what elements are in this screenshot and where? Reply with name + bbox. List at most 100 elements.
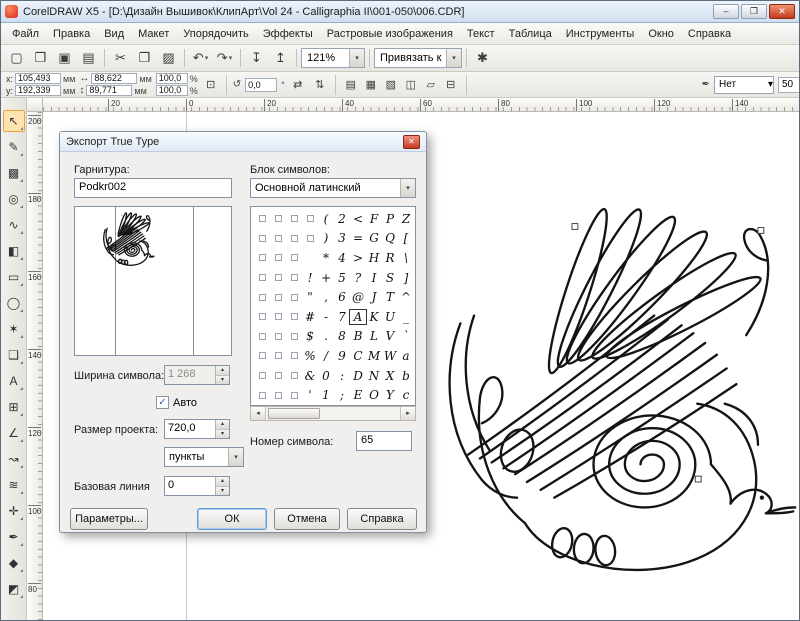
char-cell[interactable]: @ [350,290,366,304]
char-cell[interactable]: [ [398,231,414,245]
scale-y-field[interactable]: 100,0 [156,85,188,96]
control-char-cell[interactable] [254,313,270,320]
mirror-vertical-button[interactable]: ⇅ [311,76,329,94]
char-cell[interactable]: ! [302,271,318,285]
char-cell[interactable]: S [382,271,398,285]
control-char-cell[interactable] [286,333,302,340]
calligraphic-bird-artwork[interactable] [431,198,799,580]
char-cell[interactable]: _ [398,310,414,324]
object-height-field[interactable]: 89,771 [86,85,132,96]
char-cell[interactable]: ) [318,231,334,245]
control-char-cell[interactable] [270,215,286,222]
char-cell[interactable]: ( [318,212,334,226]
menu-item[interactable]: Файл [5,25,46,43]
ungroup-objects-icon[interactable]: ▧ [382,76,400,94]
control-char-cell[interactable] [270,313,286,320]
char-cell[interactable]: - [318,310,334,324]
char-cell[interactable]: % [302,349,318,363]
control-char-cell[interactable] [270,235,286,242]
char-cell[interactable]: ; [334,388,350,402]
help-button[interactable]: Справка [347,508,417,530]
control-char-cell[interactable] [254,333,270,340]
menu-item[interactable]: Окно [641,25,681,43]
window-titlebar[interactable]: CorelDRAW X5 - [D:\Дизайн Вышивок\КлипАр… [1,1,799,23]
auto-checkbox[interactable]: ✓ Авто [156,396,197,409]
save-icon[interactable]: ▣ [53,47,76,69]
table-tool[interactable]: ⊞ [3,396,25,418]
control-char-cell[interactable] [254,372,270,379]
maximize-button[interactable]: ❐ [741,4,767,19]
minimize-button[interactable]: – [713,4,739,19]
menu-item[interactable]: Текст [460,25,502,43]
units-dropdown[interactable]: пункты ▾ [164,447,244,467]
char-cell[interactable]: / [318,349,334,363]
fill-tool[interactable]: ◆ [3,552,25,574]
zoom-tool[interactable]: ◎ [3,188,25,210]
char-cell[interactable]: $ [302,329,318,343]
char-cell[interactable]: ` [398,329,414,343]
control-char-cell[interactable] [270,372,286,379]
char-cell[interactable]: R [382,251,398,265]
menu-item[interactable]: Вид [97,25,131,43]
control-char-cell[interactable] [286,215,302,222]
new-document-icon[interactable]: ▢ [5,47,28,69]
char-cell[interactable]: 7 [334,310,350,324]
basic-shapes-tool[interactable]: ❑ [3,344,25,366]
chevron-down-icon[interactable]: ▾ [228,448,243,466]
chevron-down-icon[interactable]: ▾ [205,54,209,62]
char-cell[interactable]: 9 [334,349,350,363]
close-button[interactable]: ✕ [769,4,795,19]
control-char-cell[interactable] [286,254,302,261]
char-cell[interactable]: . [318,329,334,343]
outline-width-combo[interactable]: Нет ▾ [714,76,774,94]
char-cell[interactable]: I [366,271,382,285]
undo-icon[interactable]: ↶▾ [189,47,212,69]
y-position-field[interactable]: 192,339 [15,85,61,96]
char-cell[interactable]: \ [398,251,414,265]
snap-to-combo[interactable]: Привязать к▾ [374,48,462,68]
ruler-origin-corner[interactable] [27,98,43,112]
char-cell[interactable]: N [366,369,382,383]
char-cell[interactable]: E [350,388,366,402]
interactive-fill-tool[interactable]: ◩ [3,578,25,600]
horizontal-ruler[interactable]: 20020406080100120140160 [43,98,799,112]
char-cell[interactable]: D [350,369,366,383]
control-char-cell[interactable] [286,294,302,301]
blend-tool[interactable]: ≋ [3,474,25,496]
vertical-ruler[interactable]: 2001801601401201008060 [27,112,43,620]
chevron-down-icon[interactable]: ▾ [400,179,415,197]
char-cell[interactable]: O [366,388,382,402]
char-cell[interactable]: G [366,231,382,245]
char-cell[interactable]: a [398,349,414,363]
char-cell[interactable]: V [382,329,398,343]
dimension-tool[interactable]: ∠ [3,422,25,444]
font-name-input[interactable]: Podkr002 [74,178,232,198]
project-size-spinner[interactable]: 720,0 ▴ ▾ [164,419,230,439]
edge-partial-field[interactable]: 50 [778,77,800,93]
control-char-cell[interactable] [270,352,286,359]
order-objects-icon[interactable]: ⊟ [442,76,460,94]
lock-ratio-button[interactable]: ⊡ [202,76,220,94]
char-cell[interactable]: F [366,212,382,226]
control-char-cell[interactable] [254,235,270,242]
char-cell[interactable]: Q [382,231,398,245]
freehand-tool[interactable]: ∿ [3,214,25,236]
cut-icon[interactable]: ✂ [109,47,132,69]
menu-item[interactable]: Растровые изображения [320,25,460,43]
object-width-field[interactable]: 88,622 [91,73,137,84]
smart-fill-tool[interactable]: ◧ [3,240,25,262]
control-char-cell[interactable] [270,274,286,281]
control-char-cell[interactable] [286,392,302,399]
control-char-cell[interactable] [254,274,270,281]
text-tool[interactable]: A [3,370,25,392]
char-cell[interactable]: K [366,310,382,324]
polygon-tool[interactable]: ✶ [3,318,25,340]
char-cell[interactable]: > [350,251,366,265]
redo-icon[interactable]: ↷▾ [213,47,236,69]
char-cell[interactable]: M [366,349,382,363]
char-cell[interactable]: T [382,290,398,304]
copy-icon[interactable]: ❐ [133,47,156,69]
char-cell[interactable]: Y [382,388,398,402]
char-cell[interactable]: 8 [334,329,350,343]
control-char-cell[interactable] [254,254,270,261]
